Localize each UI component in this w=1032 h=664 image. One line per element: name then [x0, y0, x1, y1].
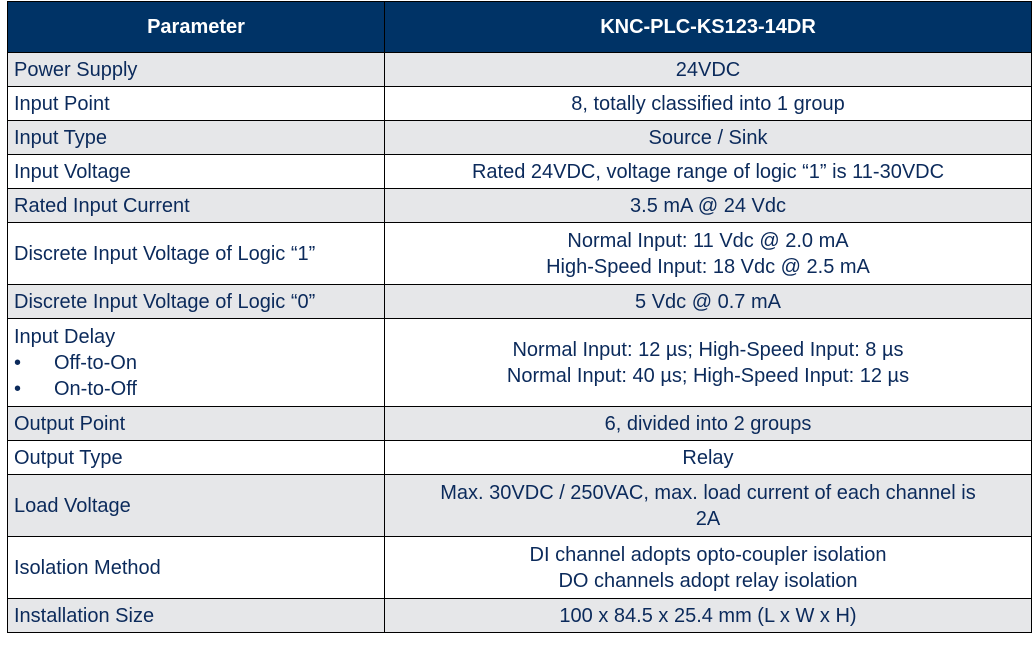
value-cell: Normal Input: 12 µs; High-Speed Input: 8…	[384, 318, 1032, 407]
parameter-cell: Installation Size	[7, 598, 385, 633]
table-row-input-point: Input Point 8, totally classified into 1…	[7, 86, 1032, 121]
table-header-row: Parameter KNC-PLC-KS123-14DR	[7, 1, 1032, 53]
value-cell: Normal Input: 11 Vdc @ 2.0 mA High-Speed…	[384, 222, 1032, 285]
parameter-cell: Rated Input Current	[7, 188, 385, 223]
table-row-logic-0-voltage: Discrete Input Voltage of Logic “0” 5 Vd…	[7, 284, 1032, 319]
table-row-isolation-method: Isolation Method DI channel adopts opto-…	[7, 536, 1032, 599]
parameter-cell: Discrete Input Voltage of Logic “1”	[7, 222, 385, 285]
parameter-cell: Discrete Input Voltage of Logic “0”	[7, 284, 385, 319]
sub-item: • On-to-Off	[14, 377, 137, 400]
parameter-cell: Load Voltage	[7, 474, 385, 537]
value-cell: 100 x 84.5 x 25.4 mm (L x W x H)	[384, 598, 1032, 633]
parameter-cell: Output Type	[7, 440, 385, 475]
table-row-load-voltage: Load Voltage Max. 30VDC / 250VAC, max. l…	[7, 474, 1032, 537]
parameter-cell: Isolation Method	[7, 536, 385, 599]
bullet-icon: •	[14, 377, 22, 400]
value-cell: Relay	[384, 440, 1032, 475]
table-row-output-point: Output Point 6, divided into 2 groups	[7, 406, 1032, 441]
value-cell: DI channel adopts opto-coupler isolation…	[384, 536, 1032, 599]
table-row-logic-1-voltage: Discrete Input Voltage of Logic “1” Norm…	[7, 222, 1032, 285]
value-cell: 3.5 mA @ 24 Vdc	[384, 188, 1032, 223]
value-cell: 5 Vdc @ 0.7 mA	[384, 284, 1032, 319]
value-cell: 6, divided into 2 groups	[384, 406, 1032, 441]
parameter-cell: Input Delay • Off-to-On • On-to-Off	[7, 318, 385, 407]
header-model: KNC-PLC-KS123-14DR	[384, 1, 1032, 53]
value-cell: Rated 24VDC, voltage range of logic “1” …	[384, 154, 1032, 189]
table-row-installation-size: Installation Size 100 x 84.5 x 25.4 mm (…	[7, 598, 1032, 633]
parameter-title: Input Delay	[14, 325, 116, 348]
parameter-cell: Input Voltage	[7, 154, 385, 189]
table-row-input-voltage: Input Voltage Rated 24VDC, voltage range…	[7, 154, 1032, 189]
value-cell: Max. 30VDC / 250VAC, max. load current o…	[384, 474, 1032, 537]
value-cell: 8, totally classified into 1 group	[384, 86, 1032, 121]
parameter-cell: Input Point	[7, 86, 385, 121]
value-cell: Source / Sink	[384, 120, 1032, 155]
table-row-output-type: Output Type Relay	[7, 440, 1032, 475]
table-row-power-supply: Power Supply 24VDC	[7, 52, 1032, 87]
bullet-icon: •	[14, 351, 22, 374]
value-cell: 24VDC	[384, 52, 1032, 87]
parameter-cell: Output Point	[7, 406, 385, 441]
header-parameter: Parameter	[7, 1, 385, 53]
table-row-rated-input-current: Rated Input Current 3.5 mA @ 24 Vdc	[7, 188, 1032, 223]
parameter-cell: Power Supply	[7, 52, 385, 87]
parameter-cell: Input Type	[7, 120, 385, 155]
specification-table: Parameter KNC-PLC-KS123-14DR Power Suppl…	[7, 1, 1032, 633]
sub-item: • Off-to-On	[14, 351, 137, 374]
table-row-input-delay: Input Delay • Off-to-On • On-to-Off Normal…	[7, 318, 1032, 407]
table-row-input-type: Input Type Source / Sink	[7, 120, 1032, 155]
